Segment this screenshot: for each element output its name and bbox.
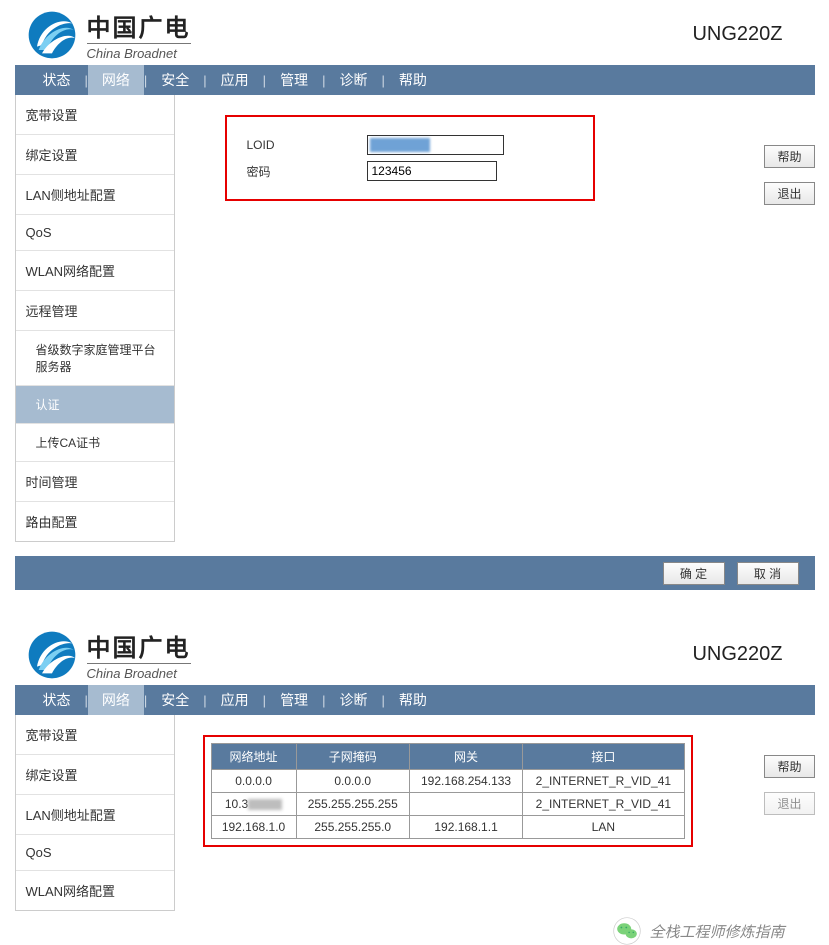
- main-content: LOID 密码 帮助 退出: [195, 95, 815, 201]
- sidebar-item[interactable]: QoS: [16, 835, 174, 871]
- table-cell: 255.255.255.255: [296, 793, 409, 816]
- password-label: 密码: [247, 163, 367, 180]
- sidebar-subitem[interactable]: 认证: [16, 386, 174, 424]
- watermark: 全栈工程师修炼指南: [15, 917, 815, 945]
- watermark-text: 全栈工程师修炼指南: [649, 921, 784, 942]
- cancel-button[interactable]: 取 消: [737, 562, 799, 585]
- loid-label: LOID: [247, 138, 367, 152]
- password-input[interactable]: [367, 161, 497, 181]
- nav-item-3[interactable]: 应用: [207, 685, 263, 715]
- sidebar-item[interactable]: QoS: [16, 215, 174, 251]
- nav-item-6[interactable]: 帮助: [385, 685, 441, 715]
- table-header: 子网掩码: [296, 744, 409, 770]
- nav-item-4[interactable]: 管理: [266, 685, 322, 715]
- brand-name-en: China Broadnet: [87, 663, 191, 681]
- ok-button[interactable]: 确 定: [663, 562, 725, 585]
- device-model: UNG220Z: [692, 643, 802, 666]
- brand-name-cn: 中国广电: [87, 628, 191, 663]
- wechat-icon: [613, 917, 641, 945]
- logout-button[interactable]: 退出: [764, 182, 814, 205]
- table-row: 10.3255.255.255.255 2_INTERNET_R_VID_41: [211, 793, 684, 816]
- table-cell: 0.0.0.0: [211, 770, 296, 793]
- sidebar-subitem[interactable]: 省级数字家庭管理平台服务器: [16, 331, 174, 386]
- brand-name-cn: 中国广电: [87, 8, 191, 43]
- table-cell: 192.168.1.0: [211, 816, 296, 839]
- table-header: 网关: [409, 744, 522, 770]
- table-cell: 0.0.0.0: [296, 770, 409, 793]
- highlighted-table-box: 网络地址子网掩码网关接口 0.0.0.00.0.0.0192.168.254.1…: [203, 735, 693, 847]
- help-button[interactable]: 帮助: [764, 755, 814, 778]
- brand-logo-icon: [27, 10, 77, 60]
- footer-bar: 确 定 取 消: [15, 556, 815, 590]
- sidebar-item[interactable]: 时间管理: [16, 462, 174, 502]
- nav-item-2[interactable]: 安全: [147, 65, 203, 95]
- sidebar-item[interactable]: 绑定设置: [16, 135, 174, 175]
- sidebar-item[interactable]: 宽带设置: [16, 95, 174, 135]
- sidebar-item[interactable]: LAN侧地址配置: [16, 795, 174, 835]
- sidebar-item[interactable]: 绑定设置: [16, 755, 174, 795]
- brand-logo-icon: [27, 630, 77, 680]
- nav-item-3[interactable]: 应用: [207, 65, 263, 95]
- nav-item-1[interactable]: 网络: [88, 685, 144, 715]
- table-header: 网络地址: [211, 744, 296, 770]
- table-cell: 2_INTERNET_R_VID_41: [523, 770, 684, 793]
- top-nav: 状态|网络|安全|应用|管理|诊断|帮助: [15, 685, 815, 715]
- config-panel-route: 中国广电 China Broadnet UNG220Z 状态|网络|安全|应用|…: [15, 620, 815, 911]
- sidebar-item[interactable]: 路由配置: [16, 502, 174, 541]
- nav-item-4[interactable]: 管理: [266, 65, 322, 95]
- table-cell: 10.3: [211, 793, 296, 816]
- sidebar-item[interactable]: WLAN网络配置: [16, 871, 174, 910]
- table-row: 192.168.1.0255.255.255.0192.168.1.1LAN: [211, 816, 684, 839]
- nav-item-6[interactable]: 帮助: [385, 65, 441, 95]
- header: 中国广电 China Broadnet UNG220Z: [15, 620, 815, 685]
- table-cell: LAN: [523, 816, 684, 839]
- redacted-segment: [248, 799, 282, 810]
- nav-item-1[interactable]: 网络: [88, 65, 144, 95]
- logout-button[interactable]: 退出: [764, 792, 814, 815]
- sidebar-subitem[interactable]: 上传CA证书: [16, 424, 174, 462]
- route-table: 网络地址子网掩码网关接口 0.0.0.00.0.0.0192.168.254.1…: [211, 743, 685, 839]
- nav-item-0[interactable]: 状态: [29, 685, 85, 715]
- table-cell: 255.255.255.0: [296, 816, 409, 839]
- sidebar-item[interactable]: LAN侧地址配置: [16, 175, 174, 215]
- nav-item-0[interactable]: 状态: [29, 65, 85, 95]
- table-row: 0.0.0.00.0.0.0192.168.254.1332_INTERNET_…: [211, 770, 684, 793]
- brand-name-en: China Broadnet: [87, 43, 191, 61]
- sidebar: 宽带设置绑定设置LAN侧地址配置QoSWLAN网络配置远程管理省级数字家庭管理平…: [15, 95, 175, 542]
- loid-input[interactable]: [367, 135, 504, 155]
- sidebar-item[interactable]: 宽带设置: [16, 715, 174, 755]
- config-panel-auth: 中国广电 China Broadnet UNG220Z 状态|网络|安全|应用|…: [15, 0, 815, 590]
- highlighted-form-box: LOID 密码: [225, 115, 595, 201]
- top-nav: 状态|网络|安全|应用|管理|诊断|帮助: [15, 65, 815, 95]
- main-content: 网络地址子网掩码网关接口 0.0.0.00.0.0.0192.168.254.1…: [195, 715, 815, 847]
- header: 中国广电 China Broadnet UNG220Z: [15, 0, 815, 65]
- sidebar-item[interactable]: 远程管理: [16, 291, 174, 331]
- nav-item-2[interactable]: 安全: [147, 685, 203, 715]
- help-button[interactable]: 帮助: [764, 145, 814, 168]
- sidebar-item[interactable]: WLAN网络配置: [16, 251, 174, 291]
- device-model: UNG220Z: [692, 23, 802, 46]
- sidebar: 宽带设置绑定设置LAN侧地址配置QoSWLAN网络配置: [15, 715, 175, 911]
- table-cell: 2_INTERNET_R_VID_41: [523, 793, 684, 816]
- nav-item-5[interactable]: 诊断: [325, 65, 381, 95]
- table-cell: 192.168.254.133: [409, 770, 522, 793]
- table-cell: [409, 793, 522, 816]
- table-header: 接口: [523, 744, 684, 770]
- table-cell: 192.168.1.1: [409, 816, 522, 839]
- redacted-segment: [370, 138, 430, 152]
- nav-item-5[interactable]: 诊断: [325, 685, 381, 715]
